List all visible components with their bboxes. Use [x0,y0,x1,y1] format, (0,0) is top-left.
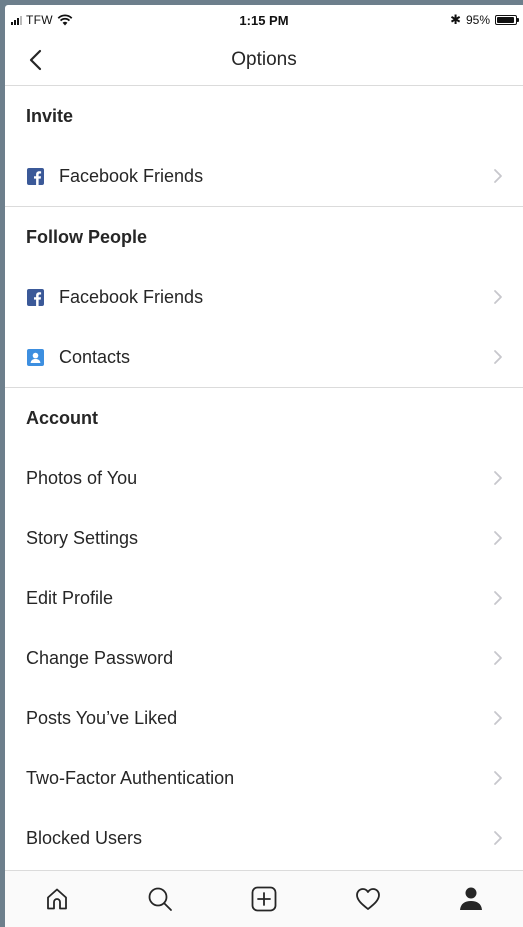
account-story-settings[interactable]: Story Settings [5,508,523,568]
options-list: Invite Facebook Friends Follow People Fa… [5,86,523,868]
row-label: Facebook Friends [59,165,204,186]
row-label: Facebook Friends [59,286,204,307]
status-right: ✱ 95% [450,12,519,28]
phone-screen: TFW 1:15 PM ✱ 95% Options Invite Faceboo… [5,5,523,927]
row-label: Edit Profile [26,587,114,608]
tab-home[interactable] [27,871,87,927]
add-post-icon [251,886,277,912]
chevron-right-icon [494,771,502,785]
tab-profile[interactable] [441,871,501,927]
status-bar: TFW 1:15 PM ✱ 95% [5,5,523,35]
account-photos-of-you[interactable]: Photos of You [5,448,523,508]
chevron-right-icon [494,651,502,665]
tab-activity[interactable] [338,871,398,927]
chevron-right-icon [494,290,502,304]
account-two-factor-authentication[interactable]: Two-Factor Authentication [5,748,523,808]
chevron-right-icon [494,531,502,545]
account-change-password[interactable]: Change Password [5,628,523,688]
row-label: Photos of You [26,467,138,488]
chevron-right-icon [494,350,502,364]
section-header-account: Account [26,407,98,428]
invite-facebook-friends[interactable]: Facebook Friends [5,146,523,206]
row-label: Change Password [26,647,174,668]
contacts-icon [26,348,44,366]
chevron-right-icon [494,471,502,485]
chevron-right-icon [494,711,502,725]
battery-icon [495,15,519,25]
search-icon [148,887,173,911]
row-label: Contacts [59,346,131,367]
row-label: Blocked Users [26,827,143,848]
page-title: Options [231,49,297,70]
chevron-right-icon [494,169,502,183]
tab-add-post[interactable] [234,871,294,927]
battery-percent: 95% [465,13,490,27]
account-edit-profile[interactable]: Edit Profile [5,568,523,628]
tab-search[interactable] [130,871,190,927]
chevron-right-icon [494,831,502,845]
home-icon [46,888,67,910]
facebook-icon [26,288,44,306]
section-header-follow-people: Follow People [26,226,148,247]
follow-facebook-friends[interactable]: Facebook Friends [5,267,523,327]
status-time: 1:15 PM [239,13,289,28]
row-label: Story Settings [26,527,139,548]
chevron-right-icon [494,591,502,605]
facebook-icon [26,167,44,185]
bluetooth-icon: ✱ [450,12,461,27]
row-label: Posts You’ve Liked [26,707,178,728]
follow-contacts[interactable]: Contacts [5,327,523,387]
bottom-tab-bar [5,870,523,927]
row-label: Two-Factor Authentication [26,767,235,788]
battery-fill [497,17,515,23]
section-header-invite: Invite [26,105,74,126]
nav-header: Options [5,35,523,86]
account-posts-liked[interactable]: Posts You’ve Liked [5,688,523,748]
profile-icon [460,887,483,910]
heart-icon [355,888,380,910]
account-blocked-users[interactable]: Blocked Users [5,808,523,868]
